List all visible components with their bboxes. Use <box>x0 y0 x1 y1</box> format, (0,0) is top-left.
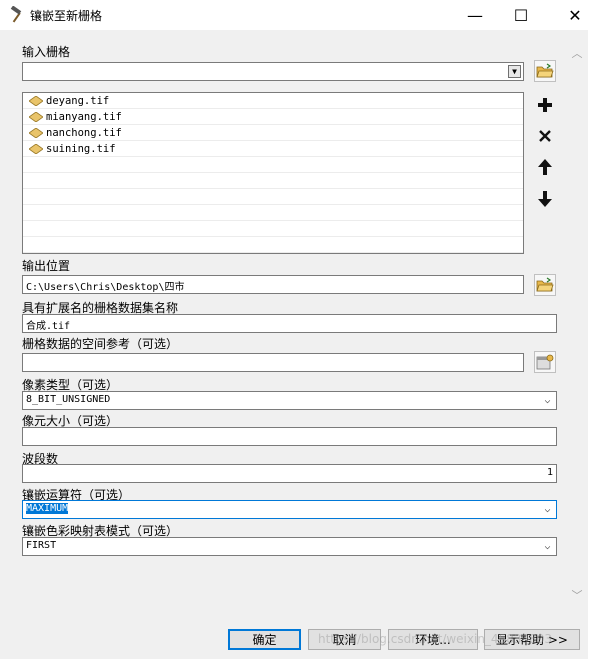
browse-input-button[interactable] <box>534 60 556 82</box>
empty-row <box>23 189 523 205</box>
plus-icon <box>538 98 552 112</box>
list-item-label: mianyang.tif <box>46 110 122 123</box>
spatial-reference-input[interactable] <box>22 353 524 372</box>
chevron-down-icon[interactable]: ⌵ <box>539 392 556 409</box>
move-down-button[interactable] <box>534 188 556 210</box>
chevron-down-icon[interactable]: ⌵ <box>539 501 556 518</box>
mosaic-operator-select[interactable]: MAXIMUM ⌵ <box>22 500 557 519</box>
environments-button[interactable]: 环境... <box>388 629 478 650</box>
add-raster-button[interactable] <box>534 94 556 116</box>
pixel-type-select[interactable]: 8_BIT_UNSIGNED ⌵ <box>22 391 557 410</box>
scroll-up-icon[interactable]: ︿ <box>570 46 584 60</box>
raster-icon <box>29 95 43 106</box>
input-rasters-combo[interactable]: ▼ <box>22 62 524 81</box>
pixel-type-value: 8_BIT_UNSIGNED <box>26 394 111 405</box>
title-bar: 镶嵌至新栅格 — ☐ ✕ <box>0 0 598 30</box>
open-folder-icon <box>536 277 554 292</box>
input-rasters-list[interactable]: deyang.tif mianyang.tif nanchong.tif sui… <box>22 92 524 254</box>
empty-row <box>23 157 523 173</box>
cell-size-input[interactable] <box>22 427 557 446</box>
empty-row <box>23 221 523 237</box>
move-up-button[interactable] <box>534 156 556 178</box>
dataset-name-input[interactable]: 合成.tif <box>22 314 557 333</box>
spatial-reference-label: 栅格数据的空间参考（可选） <box>22 337 179 351</box>
list-item-label: suining.tif <box>46 142 116 155</box>
chevron-down-icon[interactable]: ▼ <box>508 65 521 78</box>
remove-raster-button[interactable] <box>534 125 556 147</box>
arrow-down-icon <box>538 191 552 207</box>
cancel-button[interactable]: 取消 <box>308 629 381 650</box>
ok-button[interactable]: 确定 <box>228 629 301 650</box>
empty-row <box>23 173 523 189</box>
list-item-label: nanchong.tif <box>46 126 122 139</box>
raster-icon <box>29 127 43 138</box>
open-folder-icon <box>536 63 554 78</box>
list-item[interactable]: suining.tif <box>23 141 523 157</box>
close-button[interactable]: ✕ <box>552 0 598 30</box>
arrow-up-icon <box>538 159 552 175</box>
chevron-down-icon[interactable]: ⌵ <box>539 538 556 555</box>
bands-input[interactable]: 1 <box>22 464 557 483</box>
colormap-mode-value: FIRST <box>26 540 57 551</box>
dataset-name-value: 合成.tif <box>26 321 71 332</box>
spatial-reference-properties-button[interactable] <box>534 351 556 373</box>
output-location-input[interactable]: C:\Users\Chris\Desktop\四市 <box>22 275 524 294</box>
output-location-value: C:\Users\Chris\Desktop\四市 <box>26 282 185 293</box>
colormap-mode-select[interactable]: FIRST ⌵ <box>22 537 557 556</box>
hammer-icon <box>10 6 22 23</box>
minimize-button[interactable]: — <box>452 0 498 30</box>
list-item[interactable]: nanchong.tif <box>23 125 523 141</box>
window-title: 镶嵌至新栅格 <box>30 9 103 23</box>
scroll-down-icon[interactable]: ﹀ <box>570 588 584 602</box>
empty-row <box>23 205 523 221</box>
empty-row <box>23 237 523 253</box>
list-item-label: deyang.tif <box>46 94 110 107</box>
list-item[interactable]: deyang.tif <box>23 93 523 109</box>
mosaic-operator-value: MAXIMUM <box>26 503 69 514</box>
list-item[interactable]: mianyang.tif <box>23 109 523 125</box>
properties-icon <box>536 354 554 370</box>
show-help-button[interactable]: 显示帮助 >> <box>484 629 580 650</box>
delete-x-icon <box>539 130 551 142</box>
raster-icon <box>29 143 43 154</box>
output-location-label: 输出位置 <box>22 259 71 273</box>
form-scrollbar[interactable]: ︿ ﹀ <box>566 30 588 620</box>
bands-value: 1 <box>546 467 553 478</box>
browse-output-button[interactable] <box>534 274 556 296</box>
background-window-edge <box>588 30 598 659</box>
raster-icon <box>29 111 43 122</box>
input-rasters-label: 输入栅格 <box>22 45 71 59</box>
maximize-button[interactable]: ☐ <box>498 0 544 30</box>
